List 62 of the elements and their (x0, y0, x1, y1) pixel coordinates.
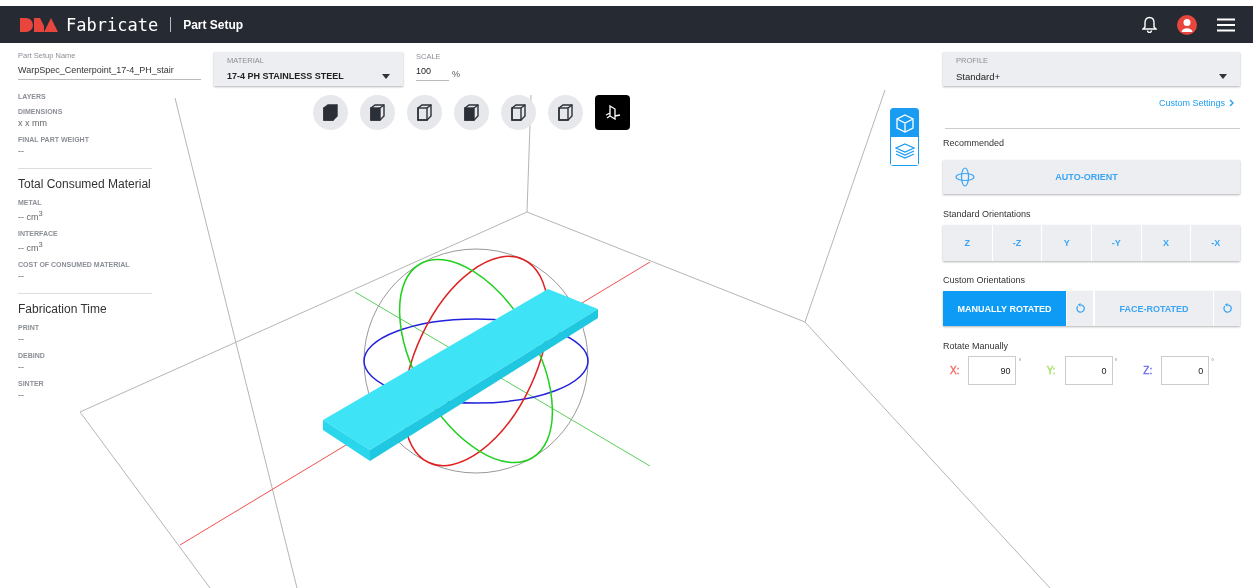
auto-orient-button[interactable]: AUTO-ORIENT (943, 160, 1240, 194)
stat-value: -- (18, 334, 25, 344)
rotation-field[interactable]: 0 (1064, 356, 1113, 385)
stat-value: -- cm$^{3}$ (18, 240, 44, 253)
view-button[interactable] (501, 95, 536, 130)
orientation-mode-button[interactable]: FACE-ROTATED (1093, 291, 1213, 326)
cube-icon (895, 113, 914, 133)
layers-icon (894, 142, 915, 160)
reset-icon (1074, 303, 1086, 314)
menu-icon[interactable] (1217, 17, 1235, 32)
section-heading: Fabrication Time (18, 302, 108, 316)
section-heading: Recommended (943, 138, 1006, 148)
view-button[interactable] (454, 95, 489, 130)
app-name: Fabricate (66, 14, 159, 35)
section-heading: Custom Orientations (943, 275, 1027, 285)
caret-icon (1219, 74, 1227, 79)
plane-view-icon (603, 103, 622, 122)
orientation-button[interactable]: X (1140, 225, 1191, 261)
cube-icon (369, 104, 386, 121)
view-button[interactable] (548, 95, 583, 130)
stat-value: -- (18, 390, 25, 400)
section-heading: Total Consumed Material (18, 177, 152, 191)
stat-value: -- cm$^{3}$ (18, 209, 44, 222)
caret-icon (382, 73, 390, 79)
custom-settings-link[interactable]: Custom Settings (1158, 98, 1234, 108)
cube-icon (463, 104, 480, 121)
stat-value: -- (18, 271, 25, 281)
logo-icon (20, 17, 58, 32)
axis-label: X: (950, 365, 960, 376)
orientation-button[interactable]: -Z (991, 225, 1042, 261)
stat-value: x x mm (18, 118, 48, 128)
model-button[interactable] (891, 109, 918, 137)
orientation-button[interactable]: -X (1190, 225, 1241, 261)
orientation-button[interactable]: -Y (1091, 225, 1141, 261)
axis-label: Y: (1046, 365, 1056, 376)
orientation-mode-button[interactable]: MANUALLY ROTATED (943, 291, 1066, 326)
orientation-button[interactable]: Z (943, 225, 992, 261)
orientation-button[interactable]: Y (1041, 225, 1091, 261)
avatar-icon[interactable] (1177, 14, 1197, 35)
bell-icon[interactable] (1142, 16, 1157, 33)
view-button[interactable] (313, 95, 348, 130)
reset-icon (1221, 303, 1233, 314)
page-title: Part Setup (183, 17, 244, 32)
cube-icon (416, 104, 433, 121)
cube-icon (557, 104, 574, 121)
section-heading: Standard Orientations (943, 209, 1032, 219)
cube-icon (510, 104, 527, 121)
axis-label: Z: (1143, 365, 1153, 376)
part-name-field[interactable]: WarpSpec_Centerpoint_17-4_PH_stair (18, 65, 201, 80)
view-button[interactable] (407, 95, 442, 130)
rotation-field[interactable]: 90 (968, 356, 1017, 385)
orbit-icon (955, 167, 975, 187)
view-button[interactable] (360, 95, 395, 130)
section-heading: Rotate Manually (943, 341, 1010, 351)
stat-value: -- (18, 146, 25, 156)
unit-label: % (452, 68, 460, 79)
view-button[interactable] (595, 95, 630, 130)
rotation-field[interactable]: 0 (1161, 356, 1210, 385)
chevron-icon (1229, 99, 1234, 107)
stat-value: -- (18, 362, 25, 372)
scale-field[interactable]: 100 (416, 66, 449, 81)
cube-icon (322, 104, 339, 121)
